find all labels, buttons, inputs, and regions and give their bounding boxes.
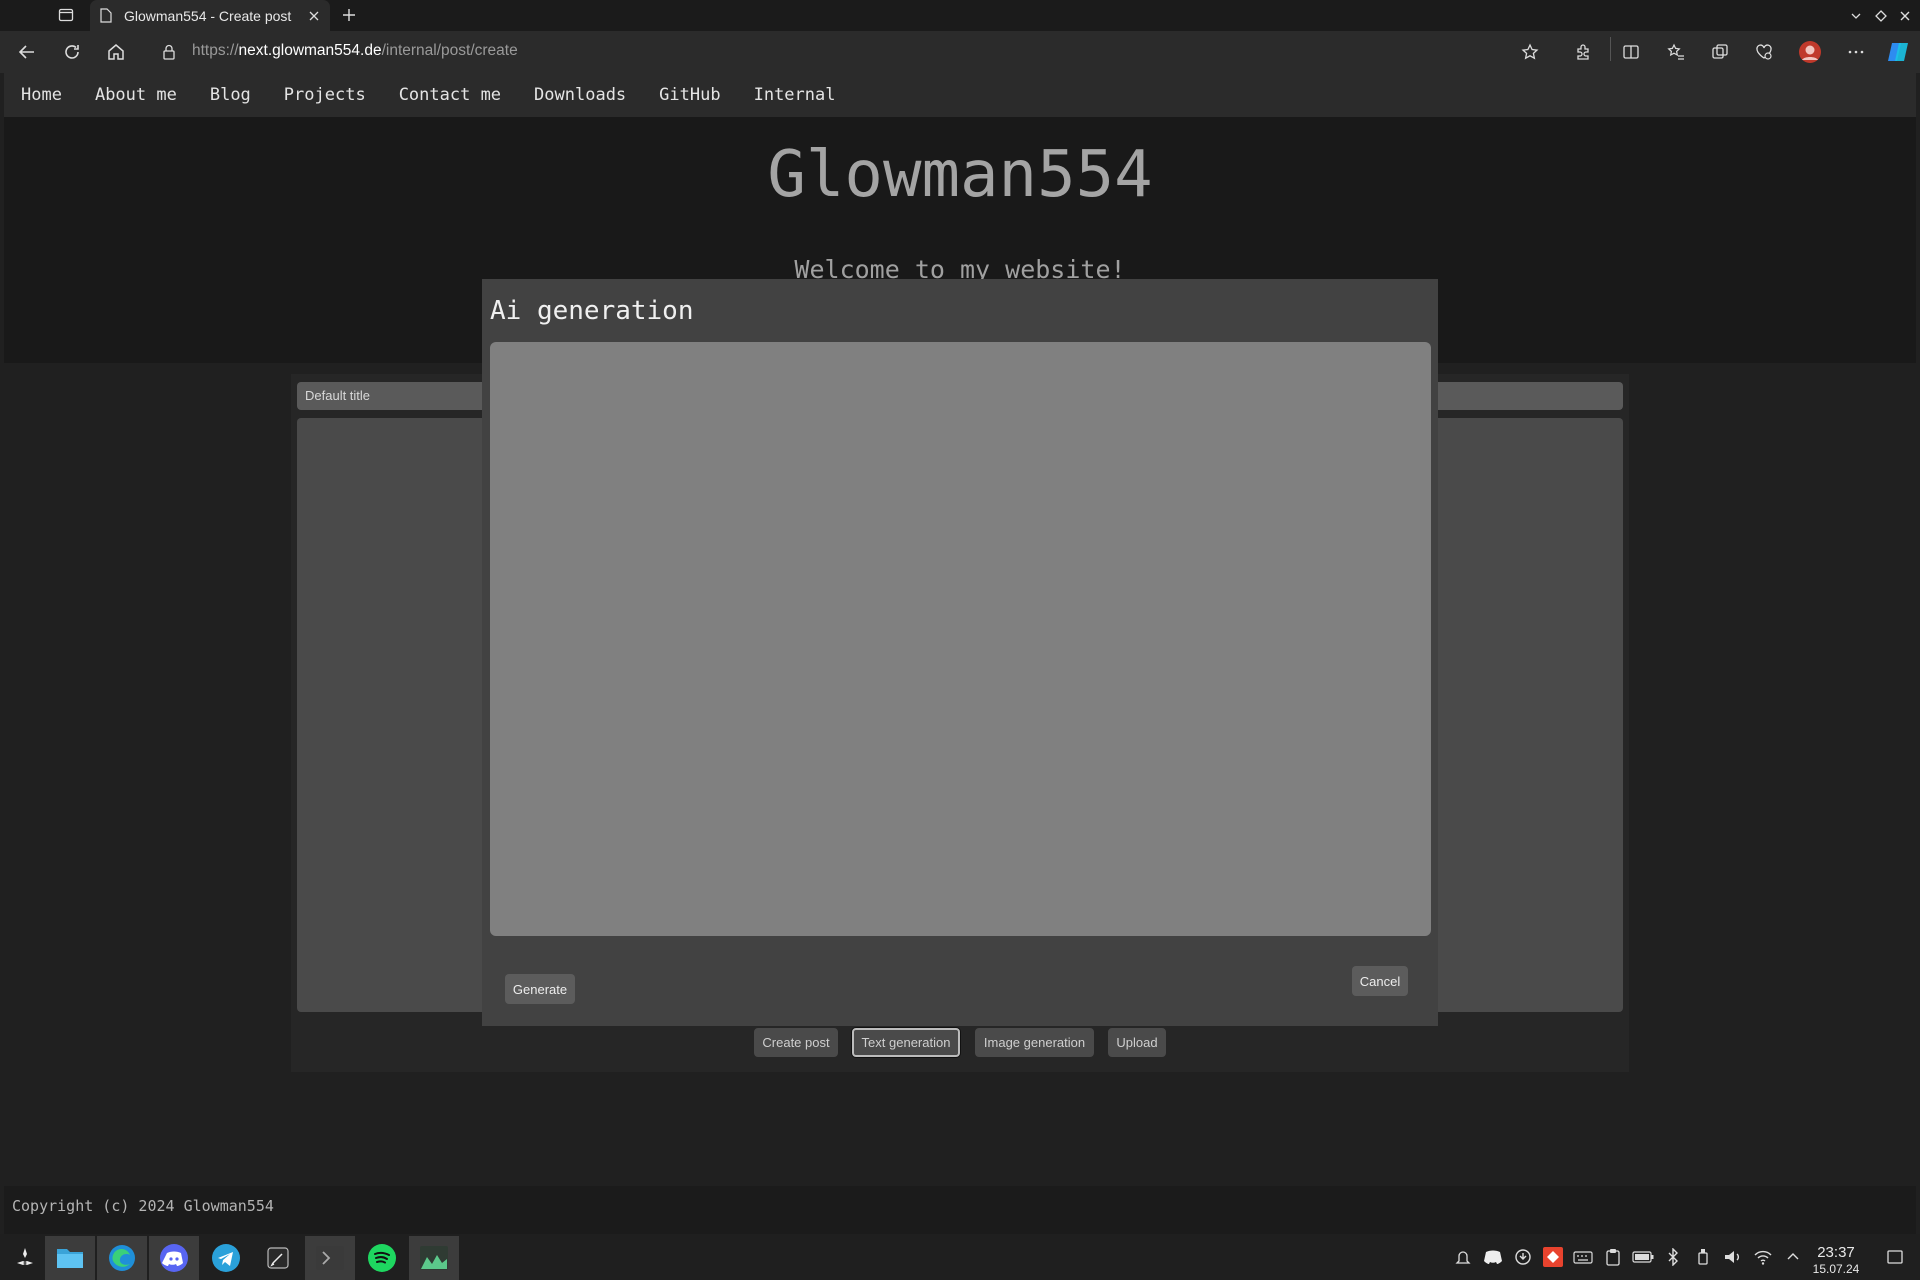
text-generation-button[interactable]: Text generation [852,1028,960,1057]
site-nav: Home About me Blog Projects Contact me D… [4,73,1916,117]
url-host: next.glowman554.de [238,42,382,59]
update-tray-icon[interactable] [1512,1246,1534,1268]
keyboard-tray-icon[interactable] [1572,1246,1594,1268]
notes-icon[interactable] [253,1236,303,1280]
edge-icon[interactable] [97,1236,147,1280]
usb-device-tray-icon[interactable] [1692,1246,1714,1268]
close-tab-icon[interactable] [308,10,320,22]
favorite-star-icon[interactable] [1521,43,1539,61]
nav-contact[interactable]: Contact me [399,85,501,105]
address-bar[interactable]: https://next.glowman554.de/internal/post… [192,42,518,60]
launcher-icon[interactable] [0,1236,50,1280]
new-tab-icon[interactable] [341,7,357,23]
nav-downloads[interactable]: Downloads [534,85,626,105]
generate-button[interactable]: Generate [505,974,575,1004]
footer: Copyright (c) 2024 Glowman554 [4,1186,1916,1234]
notifications-icon[interactable] [1452,1246,1474,1268]
lock-icon[interactable] [162,44,176,60]
sidebar-toggle-icon[interactable] [58,7,74,23]
split-screen-icon[interactable] [1622,43,1640,61]
reload-icon[interactable] [63,43,81,61]
browser-essentials-icon[interactable] [1755,43,1773,61]
toolbar-divider [1610,37,1611,61]
nav-home[interactable]: Home [21,85,62,105]
clock[interactable]: 23:37 15.07.24 [1806,1245,1866,1277]
more-options-icon[interactable] [1847,43,1865,61]
profile-avatar[interactable] [1798,40,1822,64]
clock-date: 15.07.24 [1812,1262,1860,1276]
wifi-tray-icon[interactable] [1752,1246,1774,1268]
tab-title: Glowman554 - Create post [124,7,292,24]
anydesk-tray-icon[interactable] [1542,1246,1564,1268]
tab-list-icon[interactable] [1849,9,1863,23]
nav-github[interactable]: GitHub [659,85,720,105]
volume-tray-icon[interactable] [1722,1246,1744,1268]
nav-blog[interactable]: Blog [210,85,251,105]
nav-projects[interactable]: Projects [284,85,366,105]
image-generation-button[interactable]: Image generation [975,1028,1094,1057]
nav-about[interactable]: About me [95,85,177,105]
clock-time: 23:37 [1817,1244,1855,1261]
close-window-icon[interactable] [1898,9,1912,23]
chevron-up-icon[interactable] [1782,1246,1804,1268]
page-icon [100,8,112,23]
copyright-text: Copyright (c) 2024 Glowman554 [12,1197,274,1215]
copilot-icon[interactable] [1886,40,1910,64]
discord-tray-icon[interactable] [1482,1246,1504,1268]
dialog-title: Ai generation [490,296,694,326]
collections-icon[interactable] [1711,43,1729,61]
show-desktop-icon[interactable] [1884,1246,1906,1268]
system-monitor-icon[interactable] [409,1236,459,1280]
site-title: Glowman554 [767,138,1153,212]
url-scheme: https:// [192,42,239,59]
extensions-icon[interactable] [1574,43,1592,61]
upload-button[interactable]: Upload [1108,1028,1166,1057]
terminal-icon[interactable] [305,1236,355,1280]
bluetooth-tray-icon[interactable] [1662,1246,1684,1268]
prompt-textarea[interactable] [490,342,1431,936]
browser-tab[interactable]: Glowman554 - Create post [90,0,330,31]
file-manager-icon[interactable] [45,1236,95,1280]
battery-tray-icon[interactable] [1632,1246,1654,1268]
restore-window-icon[interactable] [1874,9,1888,23]
cancel-button[interactable]: Cancel [1352,966,1408,996]
clipboard-tray-icon[interactable] [1602,1246,1624,1268]
spotify-icon[interactable] [357,1236,407,1280]
url-path: /internal/post/create [381,42,518,59]
favorites-icon[interactable] [1667,43,1685,61]
back-icon[interactable] [18,43,36,61]
nav-internal[interactable]: Internal [754,85,836,105]
telegram-icon[interactable] [201,1236,251,1280]
home-icon[interactable] [107,43,125,61]
discord-icon[interactable] [149,1236,199,1280]
create-post-button[interactable]: Create post [754,1028,838,1057]
